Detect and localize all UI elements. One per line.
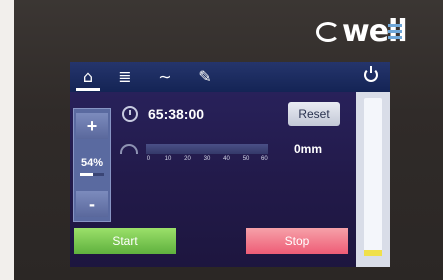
active-tab-indicator [76,88,100,91]
distance-scale-ticks: 0 10 20 30 40 50 60 [146,156,268,168]
side-level-track [364,98,382,256]
home-icon[interactable]: ⌂ [77,67,99,87]
scale-tick-label: 10 [164,156,172,162]
sliders-icon[interactable]: ≣ [114,67,136,87]
graph-icon[interactable]: ∼ [154,67,176,87]
distance-scale-track [146,144,268,154]
scale-tick-label: 40 [223,156,230,162]
scale-tick-label: 60 [260,156,268,162]
brand-logo: well [316,14,416,49]
side-level-panel [356,92,390,267]
speed-bar-fill [80,173,93,176]
timer-value: 65:38:00 [148,106,205,122]
timer-icon [122,106,138,122]
speed-bar [80,173,104,176]
wrench-icon[interactable]: ✎ [194,67,216,87]
speed-value: 54% [80,157,104,169]
side-level-fill [364,249,382,256]
top-toolbar: ⌂ ≣ ∼ ✎ [70,62,390,92]
speed-stepper: + 54% - [73,108,111,222]
scale-tick-label: 50 [242,156,250,162]
touch-screen: ⌂ ≣ ∼ ✎ + 54% - 65:38:00 Reset 0 10 20 3… [70,62,390,267]
reset-button[interactable]: Reset [288,102,340,126]
logo-bars-icon [388,24,402,46]
logo-swirl-icon [316,22,340,42]
bezel-edge [0,0,14,280]
scale-tick-label: 20 [184,156,191,162]
stop-button[interactable]: Stop [246,228,348,254]
scale-tick-label: 0 [146,156,151,162]
scale-tick-label: 30 [203,156,211,162]
home-panel: + 54% - 65:38:00 Reset 0 10 20 30 40 50 … [70,92,356,267]
gauge-icon [120,144,138,154]
power-icon[interactable] [364,66,378,82]
start-button[interactable]: Start [74,228,176,254]
decrease-button[interactable]: - [76,191,108,217]
increase-button[interactable]: + [76,113,108,139]
distance-value: 0mm [294,142,323,156]
